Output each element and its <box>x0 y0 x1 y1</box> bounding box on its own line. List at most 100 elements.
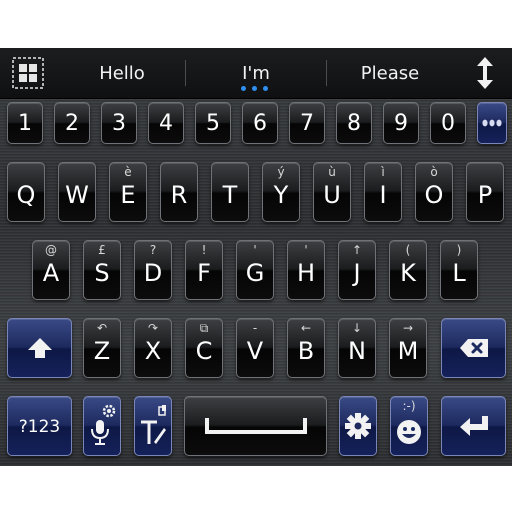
key-l[interactable]: ) L <box>440 240 478 300</box>
key-alt-char: ò <box>430 165 438 179</box>
more-dots-icon <box>478 103 506 143</box>
key-label: I <box>379 181 387 209</box>
key-alt-char: → <box>402 321 414 335</box>
key-label: Q <box>16 181 36 209</box>
key-alt-char: ( <box>405 243 411 257</box>
key-label: 5 <box>206 111 220 136</box>
key-q[interactable]: Q <box>7 162 45 222</box>
key-label: L <box>452 259 466 287</box>
key-u[interactable]: ùU <box>313 162 351 222</box>
key-f[interactable]: ! F <box>185 240 223 300</box>
key-label: E <box>120 181 136 209</box>
gear-icon <box>340 397 376 455</box>
key-label: C <box>195 337 213 365</box>
voice-input-button[interactable] <box>83 396 121 456</box>
suggestion-3[interactable]: Please <box>327 48 453 98</box>
key-label: 1 <box>18 111 32 136</box>
key-5[interactable]: 5 <box>195 102 231 144</box>
key-4[interactable]: 4 <box>148 102 184 144</box>
key-n[interactable]: ↓ N <box>338 318 376 378</box>
key-j[interactable]: ↑ J <box>338 240 376 300</box>
key-alt-char: ↶ <box>96 321 108 335</box>
enter-return-icon <box>442 397 505 455</box>
key-e[interactable]: èE <box>109 162 147 222</box>
key-6[interactable]: 6 <box>242 102 278 144</box>
key-alt-char: ← <box>300 321 312 335</box>
key-alt-char: @ <box>45 243 57 257</box>
key-z[interactable]: ↶ Z <box>83 318 121 378</box>
key-k[interactable]: (K <box>389 240 427 300</box>
key-alt-char: ý <box>277 165 285 179</box>
key-r[interactable]: R <box>160 162 198 222</box>
key-p[interactable]: P <box>466 162 504 222</box>
enter-button[interactable] <box>441 396 506 456</box>
key-alt-char: ' <box>304 243 308 257</box>
key-alt-char: ↓ <box>351 321 363 335</box>
key-alt-char: è <box>124 165 132 179</box>
key-label: H <box>296 259 316 287</box>
smiley-emoji-icon <box>391 397 427 455</box>
key-label: N <box>348 337 366 365</box>
grid-menu-icon[interactable] <box>12 57 44 89</box>
key-c[interactable]: ⧉ C <box>185 318 223 378</box>
key-0[interactable]: 0 <box>430 102 466 144</box>
suggestion-bar: Hello I'm Please <box>0 48 512 99</box>
key-alt-char: ) <box>456 243 462 257</box>
suggestion-indicator <box>241 86 271 92</box>
key-label: G <box>245 259 265 287</box>
key-o[interactable]: òO <box>415 162 453 222</box>
key-alt-char: ì <box>381 165 385 179</box>
key-h[interactable]: ' H <box>287 240 325 300</box>
key-alt-char: ⧉ <box>199 321 209 335</box>
key-3[interactable]: 3 <box>101 102 137 144</box>
key-d[interactable]: ? D <box>134 240 172 300</box>
backspace-icon <box>442 319 505 377</box>
vertical-resize-icon[interactable] <box>472 56 498 90</box>
shift-arrow-icon <box>8 319 71 377</box>
key-label: O <box>424 181 444 209</box>
key-alt-char: ? <box>149 243 157 257</box>
key-w[interactable]: W <box>58 162 96 222</box>
key-label: F <box>197 259 211 287</box>
space-bar[interactable] <box>184 396 327 456</box>
key-1[interactable]: 1 <box>7 102 43 144</box>
key-x[interactable]: ↷ X <box>134 318 172 378</box>
key-alt-char: ! <box>201 243 207 257</box>
key-m[interactable]: → M <box>389 318 427 378</box>
key-label: P <box>477 181 493 209</box>
key-alt-char: ↷ <box>147 321 159 335</box>
key-label: ?123 <box>18 417 61 437</box>
key-label: W <box>65 181 89 209</box>
key-label: 6 <box>253 111 267 136</box>
backspace-button[interactable] <box>441 318 506 378</box>
key-label: Z <box>93 337 111 365</box>
key-alt-char: ↑ <box>351 243 363 257</box>
key-t[interactable]: T <box>211 162 249 222</box>
text-style-button[interactable] <box>134 396 172 456</box>
key-s[interactable]: £ S <box>83 240 121 300</box>
text-style-icon <box>135 397 171 455</box>
key-2[interactable]: 2 <box>54 102 90 144</box>
more-keys-button[interactable] <box>477 102 507 144</box>
symbols-button[interactable]: ?123 <box>7 396 72 456</box>
key-b[interactable]: ← B <box>287 318 325 378</box>
key-alt-char: ' <box>253 243 257 257</box>
key-9[interactable]: 9 <box>383 102 419 144</box>
emoji-button[interactable]: :-) <box>390 396 428 456</box>
settings-button[interactable] <box>339 396 377 456</box>
key-label: A <box>42 259 60 287</box>
suggestion-1[interactable]: Hello <box>58 48 186 98</box>
key-label: X <box>144 337 162 365</box>
key-y[interactable]: ýY <box>262 162 300 222</box>
shift-button[interactable] <box>7 318 72 378</box>
key-i[interactable]: ìI <box>364 162 402 222</box>
key-v[interactable]: -V <box>236 318 274 378</box>
space-bar-icon <box>185 397 326 455</box>
key-8[interactable]: 8 <box>336 102 372 144</box>
key-label: Y <box>273 181 289 209</box>
key-label: 3 <box>112 111 126 136</box>
key-g[interactable]: ' G <box>236 240 274 300</box>
key-a[interactable]: @ A <box>32 240 70 300</box>
key-7[interactable]: 7 <box>289 102 325 144</box>
keyboard: Hello I'm Please 1234567890QWèERTýYùUìIò… <box>0 48 512 466</box>
